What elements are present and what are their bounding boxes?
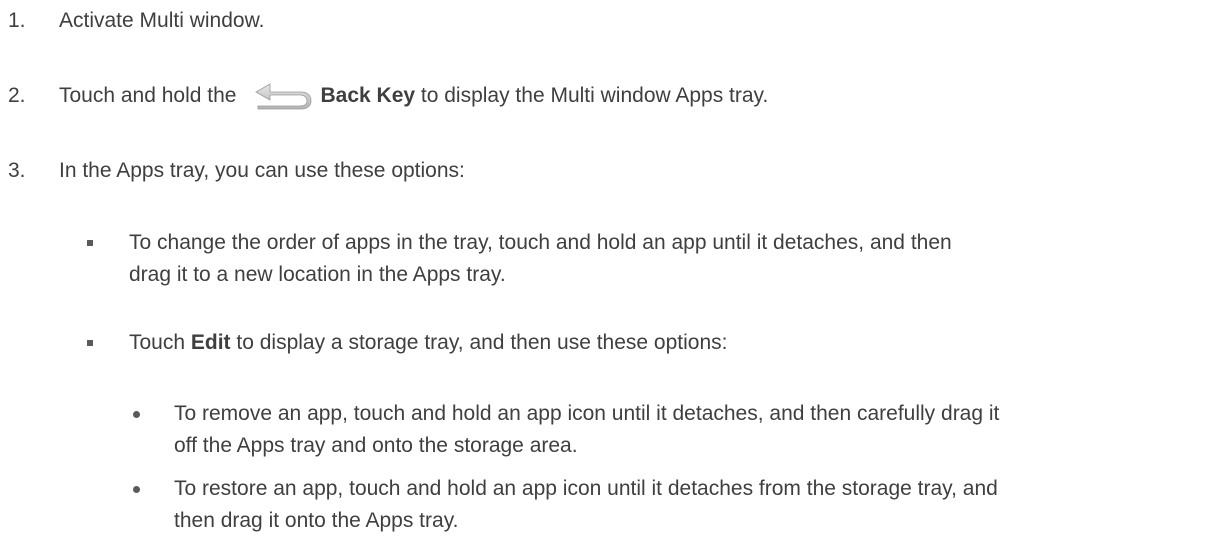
square-bullet-icon	[87, 340, 93, 346]
step-number: 2.	[8, 84, 26, 107]
edit-option-text-line: To remove an app, touch and hold an app …	[174, 402, 1000, 425]
step-text: Touch and hold the Back Key to display t…	[59, 80, 768, 112]
step-text-suffix: to display the Multi window Apps tray.	[415, 84, 769, 107]
edit-label: Edit	[190, 331, 231, 354]
edit-option-text-line: off the Apps tray and onto the storage a…	[174, 434, 578, 457]
option-text-suffix: to display a storage tray, and then use …	[230, 331, 728, 354]
option-text-line: To change the order of apps in the tray,…	[129, 231, 952, 254]
option-text-line: drag it to a new location in the Apps tr…	[129, 263, 506, 286]
edit-option-restore: To restore an app, touch and hold an app…	[174, 473, 1209, 537]
step-number: 3.	[8, 159, 26, 182]
option-change-order: To change the order of apps in the tray,…	[129, 227, 1209, 291]
step-number: 1.	[8, 9, 26, 32]
instruction-page: 1. Activate Multi window. 2. Touch and h…	[0, 0, 1213, 532]
step-text: Activate Multi window.	[59, 9, 265, 32]
edit-option-remove: To remove an app, touch and hold an app …	[174, 398, 1209, 462]
option-text-prefix: Touch	[129, 331, 191, 354]
edit-option-text-line: then drag it onto the Apps tray.	[174, 509, 459, 532]
back-key-label: Back Key	[320, 84, 416, 107]
back-key-icon	[250, 82, 316, 110]
edit-option-text-line: To restore an app, touch and hold an app…	[174, 477, 998, 500]
option-edit: Touch Edit to display a storage tray, an…	[129, 327, 1209, 359]
step-text: In the Apps tray, you can use these opti…	[59, 159, 465, 182]
square-bullet-icon	[87, 240, 93, 246]
round-bullet-icon	[133, 486, 140, 493]
round-bullet-icon	[133, 411, 140, 418]
step-text-prefix: Touch and hold the	[59, 84, 237, 107]
